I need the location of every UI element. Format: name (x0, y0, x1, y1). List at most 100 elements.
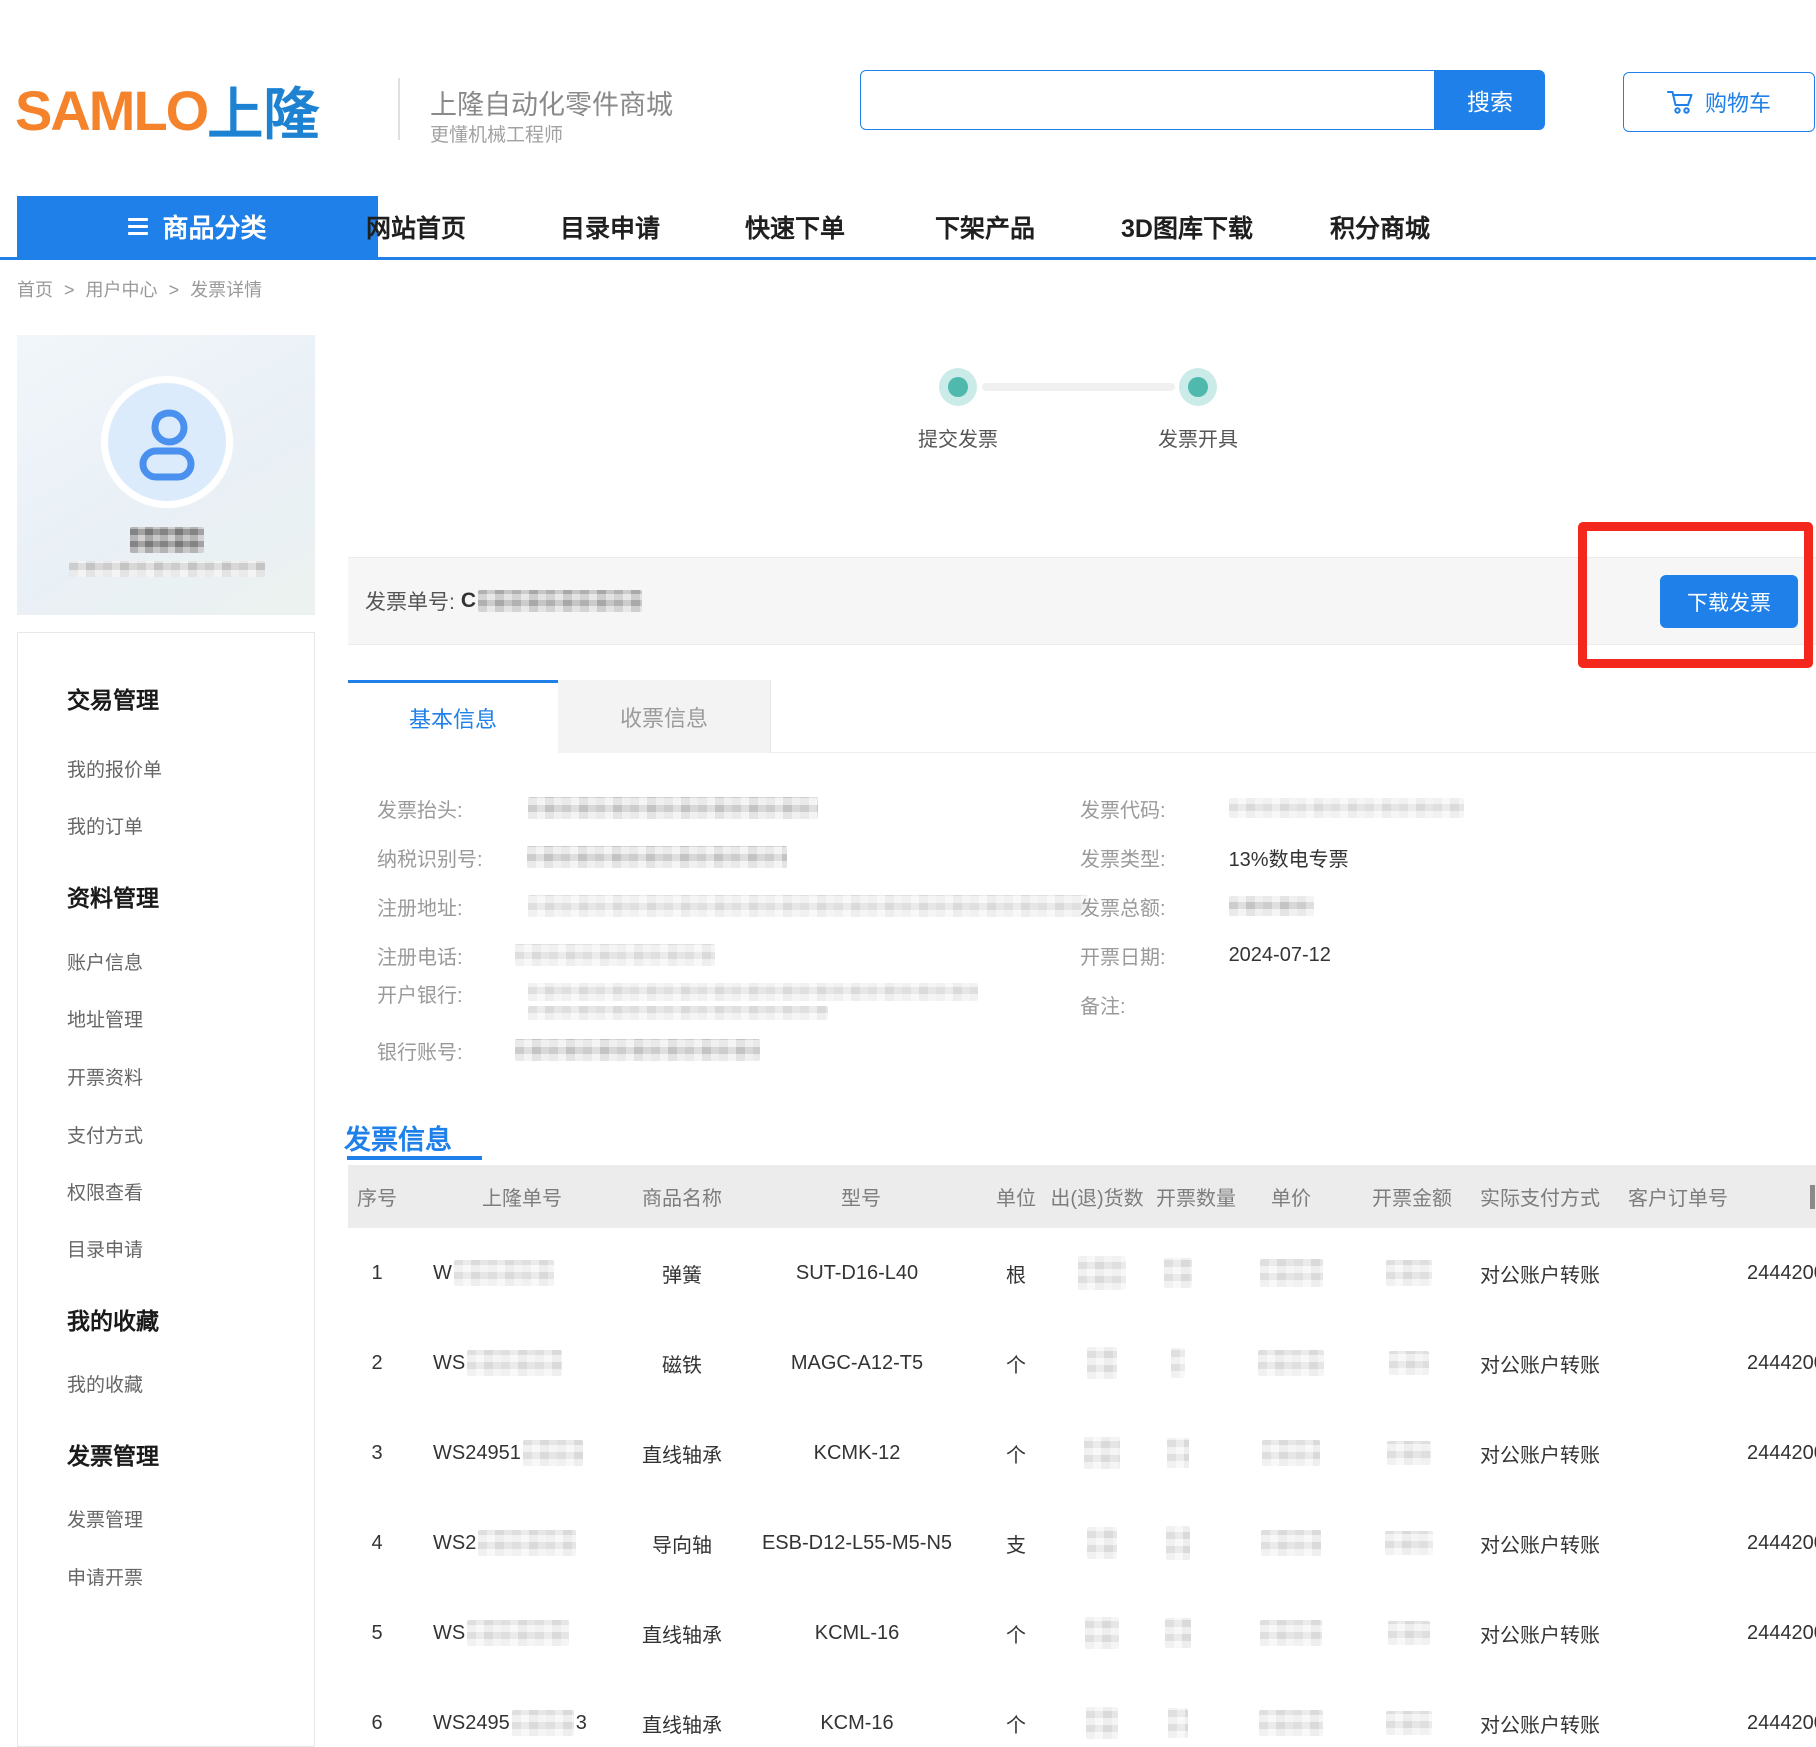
step-label-invoice-issued: 发票开具 (1118, 423, 1278, 452)
field-label: 注册电话: (377, 941, 463, 970)
sidebar-section-trade[interactable]: 交易管理 (67, 686, 159, 714)
cell-no: 5 (348, 1588, 406, 1678)
table-row[interactable]: 5 WS 直线轴承 KCML-16 个 对公账户转账 24442000 (348, 1588, 1816, 1678)
search-input[interactable] (860, 70, 1435, 130)
sidebar-item-payment-methods[interactable]: 支付方式 (67, 1123, 143, 1151)
field-value-redacted (515, 944, 715, 966)
cell-payment: 对公账户转账 (1470, 1588, 1610, 1678)
cell-no: 4 (348, 1498, 406, 1588)
order-no-redacted (512, 1710, 574, 1736)
order-no-redacted (467, 1350, 562, 1376)
invoice-detail-page: SAMLO 上隆 上隆自动化零件商城 更懂机械工程师 搜索 购物车 商品分类 网… (0, 0, 1816, 1747)
table-row[interactable]: 2 WS 磁铁 MAGC-A12-T5 个 对公账户转账 24442000 (348, 1318, 1816, 1408)
cell-no: 3 (348, 1408, 406, 1498)
hamburger-icon (128, 218, 148, 235)
sidebar-item-my-orders[interactable]: 我的订单 (67, 814, 143, 842)
cell-shipped-qty (1060, 1228, 1144, 1318)
cell-unit: 个 (986, 1318, 1046, 1408)
sidebar-item-my-quotes[interactable]: 我的报价单 (67, 757, 162, 785)
breadcrumb: 首页 > 用户中心 > 发票详情 (17, 276, 268, 302)
cell-invoice-amount (1367, 1498, 1451, 1588)
step-dot-issued (1179, 368, 1217, 406)
sidebar-section-invoices[interactable]: 发票管理 (67, 1442, 159, 1470)
table-row[interactable]: 4 WS2 导向轴 ESB-D12-L55-M5-N5 支 对公账户转账 244… (348, 1498, 1816, 1588)
cell-invoice-qty (1136, 1408, 1220, 1498)
cell-model: SUT-D16-L40 (747, 1228, 967, 1318)
cell-no: 6 (348, 1678, 406, 1747)
cell-order-no: WS (433, 1318, 562, 1408)
cart-button-label: 购物车 (1705, 86, 1771, 118)
field-value-redacted (528, 895, 1088, 917)
cell-order-no: WS24951 (433, 1408, 583, 1498)
table-row[interactable]: 3 WS24951 直线轴承 KCMK-12 个 对公账户转账 24442000 (348, 1408, 1816, 1498)
cell-unit-price (1249, 1678, 1333, 1747)
user-name-redacted (130, 527, 204, 553)
nav-link-discontinued[interactable]: 下架产品 (900, 196, 1070, 257)
detail-tabs: 基本信息 收票信息 (348, 680, 1816, 753)
step-label-submit-invoice: 提交发票 (878, 423, 1038, 452)
cell-unit: 根 (986, 1228, 1046, 1318)
invoice-items-table: 序号 上隆单号 商品名称 型号 单位 出(退)货数 开票数量 单价 开票金额 实… (348, 1165, 1816, 1747)
breadcrumb-user-center[interactable]: 用户中心 (86, 280, 158, 300)
order-no-redacted (467, 1620, 569, 1646)
cell-unit-price (1249, 1498, 1333, 1588)
field-invoice-code: 发票代码: (1080, 795, 1464, 821)
nav-link-catalog[interactable]: 目录申请 (525, 196, 695, 257)
search-button[interactable]: 搜索 (1435, 70, 1545, 130)
cell-payment: 对公账户转账 (1470, 1408, 1610, 1498)
sidebar-item-invoice-mgmt[interactable]: 发票管理 (67, 1507, 143, 1535)
sidebar-section-profile[interactable]: 资料管理 (67, 884, 159, 912)
site-logo[interactable]: SAMLO 上隆 (15, 70, 319, 151)
col-model: 型号 (801, 1165, 921, 1228)
invoice-number-bar: 发票单号: C (348, 557, 1816, 645)
sidebar-item-my-favorites[interactable]: 我的收藏 (67, 1372, 143, 1400)
order-no-redacted (523, 1440, 583, 1466)
sidebar-item-invoice-profile[interactable]: 开票资料 (67, 1065, 143, 1093)
cell-model: KCMK-12 (747, 1408, 967, 1498)
cart-button[interactable]: 购物车 (1623, 72, 1815, 132)
sidebar-section-favorites[interactable]: 我的收藏 (67, 1307, 159, 1335)
breadcrumb-separator: > (169, 280, 180, 300)
tab-receipt-info[interactable]: 收票信息 (558, 680, 771, 753)
cell-invoice-amount (1367, 1588, 1451, 1678)
cell-model: KCML-16 (747, 1588, 967, 1678)
tab-basic-info[interactable]: 基本信息 (348, 680, 558, 753)
breadcrumb-home[interactable]: 首页 (17, 280, 53, 300)
field-value-redacted (1229, 798, 1464, 818)
category-menu-button[interactable]: 商品分类 (17, 196, 378, 257)
nav-link-3d-library[interactable]: 3D图库下载 (1102, 196, 1272, 257)
download-invoice-button[interactable]: 下载发票 (1660, 575, 1798, 628)
col-customer-order: 客户订单号 (1608, 1165, 1748, 1228)
col-invoice-amount: 开票金额 (1352, 1165, 1472, 1228)
cell-invoice-amount (1367, 1408, 1451, 1498)
cell-model: ESB-D12-L55-M5-N5 (747, 1498, 967, 1588)
field-invoice-total: 发票总额: (1080, 893, 1314, 919)
table-row[interactable]: 1 W 弹簧 SUT-D16-L40 根 对公账户转账 24442000 (348, 1228, 1816, 1318)
field-value-redacted (528, 1006, 828, 1020)
order-no-prefix: WS2495 (433, 1712, 510, 1735)
cell-payment: 对公账户转账 (1470, 1498, 1610, 1588)
cell-invoice-qty (1136, 1228, 1220, 1318)
field-tax-id: 纳税识别号: (377, 844, 787, 870)
sidebar-item-permissions[interactable]: 权限查看 (67, 1180, 143, 1208)
field-remarks: 备注: (1080, 991, 1126, 1017)
sidebar-item-catalog-request[interactable]: 目录申请 (67, 1237, 143, 1265)
order-no-prefix: WS (433, 1622, 465, 1645)
field-invoice-date: 开票日期: 2024-07-12 (1080, 942, 1331, 968)
header-divider (398, 78, 400, 140)
cell-customer-order: 24442000 (1747, 1228, 1816, 1318)
nav-link-points-mall[interactable]: 积分商城 (1295, 196, 1465, 257)
sidebar-item-request-invoice[interactable]: 申请开票 (67, 1565, 143, 1593)
sidebar-item-address-mgmt[interactable]: 地址管理 (67, 1007, 143, 1035)
sidebar-item-account-info[interactable]: 账户信息 (67, 950, 143, 978)
cell-order-no: WS2495 3 (433, 1678, 587, 1747)
table-row[interactable]: 6 WS2495 3 直线轴承 KCM-16 个 对公账户转账 24442000 (348, 1678, 1816, 1747)
order-no-redacted (454, 1260, 554, 1286)
col-order-no: 上隆单号 (462, 1165, 582, 1228)
cell-no: 2 (348, 1318, 406, 1408)
cell-unit: 个 (986, 1408, 1046, 1498)
col-product-name: 商品名称 (622, 1165, 742, 1228)
nav-link-quick-order[interactable]: 快速下单 (710, 196, 880, 257)
step-dot-submitted (939, 368, 977, 406)
nav-link-home[interactable]: 网站首页 (331, 196, 501, 257)
